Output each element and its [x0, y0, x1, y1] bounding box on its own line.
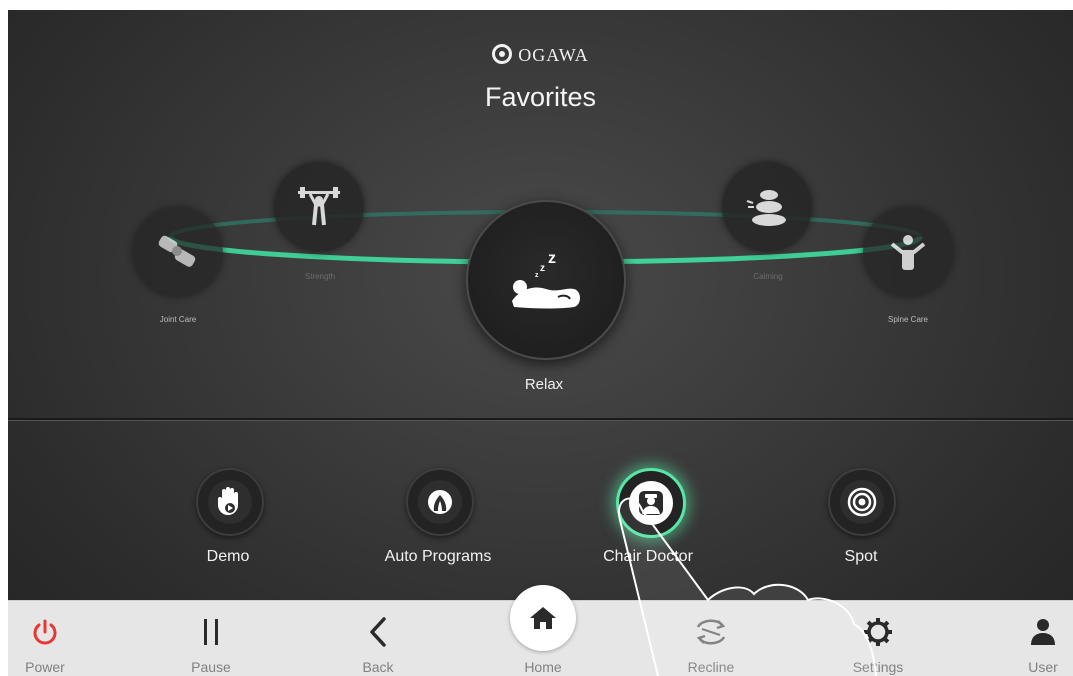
recline-icon	[696, 619, 726, 645]
favorite-label-spine-care: Spine Care	[887, 315, 929, 324]
nav-back-label: Back	[362, 659, 394, 675]
nav-pause-icon-wrap	[166, 615, 256, 649]
section-divider	[8, 418, 1073, 421]
user-icon	[1031, 619, 1055, 645]
strength-icon	[298, 187, 340, 226]
joint-care-icon	[158, 235, 196, 267]
nav-pause[interactable]: Pause	[166, 601, 256, 676]
chair-doctor-button[interactable]	[616, 468, 686, 538]
nav-recline-label: Recline	[687, 659, 735, 675]
spine-care-icon	[890, 235, 926, 270]
demo-button[interactable]	[196, 468, 264, 536]
hand-play-icon	[218, 487, 238, 515]
nav-settings-label: Settings	[852, 659, 904, 675]
relax-icon: z z z	[512, 250, 580, 309]
pause-icon	[204, 619, 218, 645]
demo-button-inner	[208, 480, 252, 524]
nav-back-icon-wrap	[333, 615, 423, 649]
auto-programs-icon	[428, 490, 452, 514]
nav-back[interactable]: Back	[333, 601, 423, 676]
nav-recline[interactable]: Recline	[666, 601, 756, 676]
favorite-label-relax: Relax	[524, 376, 564, 393]
power-icon	[33, 619, 57, 645]
favorite-label-strength: Strength	[304, 272, 336, 281]
nav-power[interactable]: Power	[8, 601, 90, 676]
auto-programs-button-inner	[418, 480, 462, 524]
svg-text:z: z	[535, 272, 539, 279]
home-button[interactable]	[510, 585, 576, 651]
chair-doctor-label: Chair Doctor	[603, 548, 693, 565]
home-icon	[530, 607, 556, 629]
nav-pause-label: Pause	[191, 659, 231, 675]
chair-doctor-button-inner	[629, 481, 673, 525]
nav-recline-icon-wrap	[666, 615, 756, 649]
nav-power-label: Power	[25, 659, 65, 675]
spot-label: Spot	[844, 548, 878, 565]
spot-button[interactable]	[828, 468, 896, 536]
favorite-strength[interactable]	[274, 162, 364, 252]
favorite-label-joint-care: Joint Care	[159, 315, 197, 324]
target-icon	[847, 487, 877, 517]
favorite-calming[interactable]	[722, 162, 812, 252]
favorite-joint-care[interactable]	[133, 207, 223, 297]
spot-button-inner	[840, 480, 884, 524]
gear-icon	[864, 618, 892, 646]
favorite-spine-care[interactable]	[863, 207, 953, 297]
demo-label: Demo	[206, 548, 250, 565]
nav-user-label: User	[1028, 659, 1058, 675]
favorite-label-calming: Calming	[753, 272, 783, 281]
app-screen: OGAWA Favorites Joint Care Strength Calm…	[8, 10, 1073, 676]
auto-programs-button[interactable]	[406, 468, 474, 536]
svg-text:z: z	[548, 250, 556, 267]
back-chevron-icon	[370, 617, 386, 647]
nav-power-icon-wrap	[8, 615, 90, 649]
auto-programs-label: Auto Programs	[384, 548, 492, 565]
nav-user-icon-wrap	[998, 615, 1073, 649]
doctor-icon	[639, 491, 663, 515]
nav-settings[interactable]: Settings	[833, 601, 923, 676]
nav-settings-icon-wrap	[833, 615, 923, 649]
nav-home-label: Home	[524, 659, 562, 675]
nav-user[interactable]: User	[998, 601, 1073, 676]
svg-text:z: z	[540, 263, 545, 274]
stones-icon	[746, 190, 786, 226]
favorite-relax[interactable]: z z z	[466, 200, 626, 360]
